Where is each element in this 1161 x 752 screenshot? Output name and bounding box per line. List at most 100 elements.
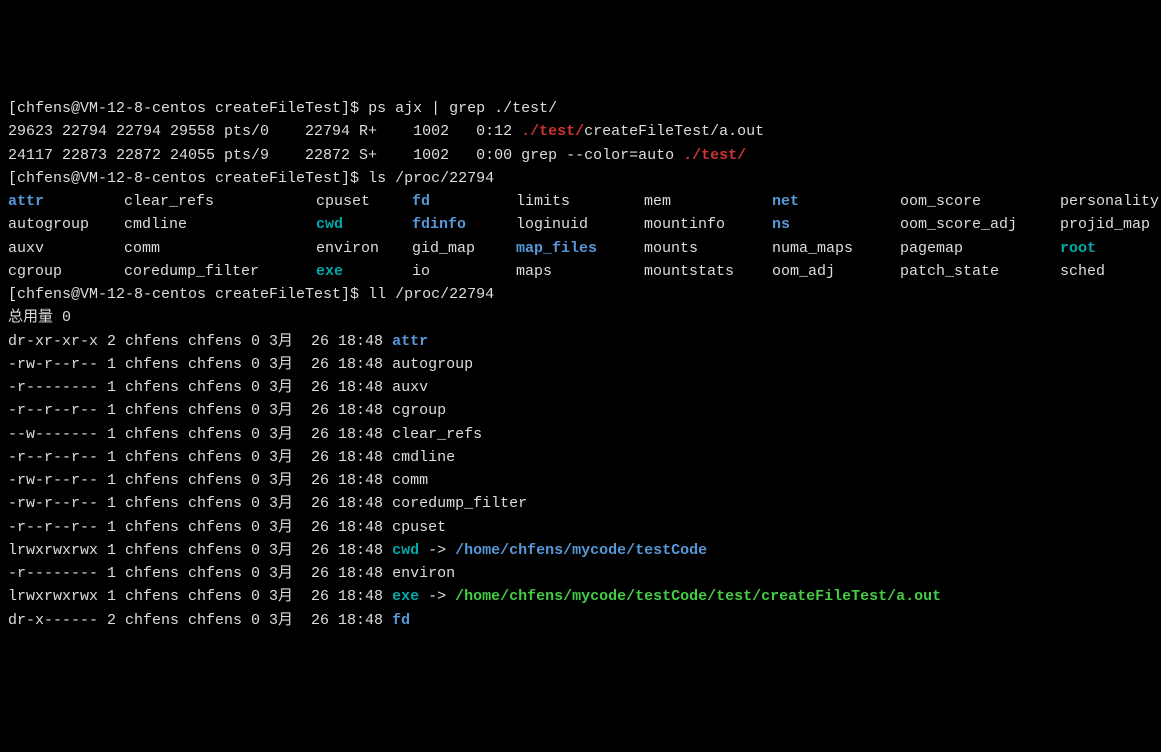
ls-item: mem xyxy=(644,190,772,213)
shell-prompt: [chfens@VM-12-8-centos createFileTest]$ xyxy=(8,286,368,303)
terminal-line: -r--r--r-- 1 chfens chfens 0 3月 26 18:48… xyxy=(8,446,1153,469)
ll-meta: lrwxrwxrwx 1 chfens chfens 0 3月 26 18:48 xyxy=(8,542,392,559)
terminal-line: 总用量 0 xyxy=(8,306,1153,329)
ls-item: loginuid xyxy=(516,213,644,236)
ll-name: cgroup xyxy=(392,402,446,419)
ls-item: mountstats xyxy=(644,260,772,283)
ls-item: cgroup xyxy=(8,260,124,283)
ll-name: attr xyxy=(392,333,428,350)
terminal-line: -r-------- 1 chfens chfens 0 3月 26 18:48… xyxy=(8,562,1153,585)
ls-item: fdinfo xyxy=(412,213,516,236)
ls-item: io xyxy=(412,260,516,283)
ll-name: coredump_filter xyxy=(392,495,527,512)
ll-meta: -r--r--r-- 1 chfens chfens 0 3月 26 18:48 xyxy=(8,449,392,466)
ll-meta: --w------- 1 chfens chfens 0 3月 26 18:48 xyxy=(8,426,392,443)
ls-item: autogroup xyxy=(8,213,124,236)
ls-item: cwd xyxy=(316,213,412,236)
ll-target: /home/chfens/mycode/testCode/test/create… xyxy=(455,588,941,605)
ls-item: fd xyxy=(412,190,516,213)
ll-arrow: -> xyxy=(419,588,455,605)
shell-command: ps ajx | grep ./test/ xyxy=(368,100,557,117)
terminal-line: -r--r--r-- 1 chfens chfens 0 3月 26 18:48… xyxy=(8,399,1153,422)
terminal-line: -r--r--r-- 1 chfens chfens 0 3月 26 18:48… xyxy=(8,516,1153,539)
ll-meta: -rw-r--r-- 1 chfens chfens 0 3月 26 18:48 xyxy=(8,356,392,373)
ls-item: projid_map xyxy=(1060,213,1161,236)
ps-row-rest: createFileTest/a.out xyxy=(584,123,764,140)
ll-name: clear_refs xyxy=(392,426,482,443)
ls-item: patch_state xyxy=(900,260,1060,283)
ls-item: clear_refs xyxy=(124,190,316,213)
terminal-line: --w------- 1 chfens chfens 0 3月 26 18:48… xyxy=(8,423,1153,446)
ls-item: attr xyxy=(8,190,124,213)
ll-meta: -r-------- 1 chfens chfens 0 3月 26 18:48 xyxy=(8,379,392,396)
ls-item: mountinfo xyxy=(644,213,772,236)
shell-prompt: [chfens@VM-12-8-centos createFileTest]$ xyxy=(8,100,368,117)
grep-match: ./test/ xyxy=(521,123,584,140)
ll-name: comm xyxy=(392,472,428,489)
ls-item: net xyxy=(772,190,900,213)
ll-meta: dr-xr-xr-x 2 chfens chfens 0 3月 26 18:48 xyxy=(8,333,392,350)
ll-name: exe xyxy=(392,588,419,605)
ll-target: /home/chfens/mycode/testCode xyxy=(455,542,707,559)
ls-item: oom_adj xyxy=(772,260,900,283)
ll-name: fd xyxy=(392,612,410,629)
ll-meta: lrwxrwxrwx 1 chfens chfens 0 3月 26 18:48 xyxy=(8,588,392,605)
terminal-line: -rw-r--r-- 1 chfens chfens 0 3月 26 18:48… xyxy=(8,469,1153,492)
ps-row: 24117 22873 22872 24055 pts/9 22872 S+ 1… xyxy=(8,147,521,164)
ll-name: cpuset xyxy=(392,519,446,536)
ls-item: coredump_filter xyxy=(124,260,316,283)
ll-name: cmdline xyxy=(392,449,455,466)
ls-item: gid_map xyxy=(412,237,516,260)
terminal-line: auxvcommenvirongid_mapmap_filesmountsnum… xyxy=(8,237,1153,260)
shell-prompt: [chfens@VM-12-8-centos createFileTest]$ xyxy=(8,170,368,187)
ll-arrow: -> xyxy=(419,542,455,559)
terminal-line: cgroupcoredump_filterexeiomapsmountstats… xyxy=(8,260,1153,283)
terminal-line: dr-xr-xr-x 2 chfens chfens 0 3月 26 18:48… xyxy=(8,330,1153,353)
ls-item: pagemap xyxy=(900,237,1060,260)
ls-item: map_files xyxy=(516,237,644,260)
ls-item: cmdline xyxy=(124,213,316,236)
ls-item: environ xyxy=(316,237,412,260)
terminal-line: dr-x------ 2 chfens chfens 0 3月 26 18:48… xyxy=(8,609,1153,632)
terminal-line: 24117 22873 22872 24055 pts/9 22872 S+ 1… xyxy=(8,144,1153,167)
terminal-line: lrwxrwxrwx 1 chfens chfens 0 3月 26 18:48… xyxy=(8,585,1153,608)
ll-meta: -rw-r--r-- 1 chfens chfens 0 3月 26 18:48 xyxy=(8,472,392,489)
ll-meta: -r--r--r-- 1 chfens chfens 0 3月 26 18:48 xyxy=(8,519,392,536)
ls-item: sched xyxy=(1060,260,1161,283)
ls-item: maps xyxy=(516,260,644,283)
shell-command: ls /proc/22794 xyxy=(368,170,494,187)
ps-row-mid: grep --color=auto xyxy=(521,147,683,164)
terminal-line: -rw-r--r-- 1 chfens chfens 0 3月 26 18:48… xyxy=(8,492,1153,515)
ll-meta: -r--r--r-- 1 chfens chfens 0 3月 26 18:48 xyxy=(8,402,392,419)
ll-name: environ xyxy=(392,565,455,582)
ls-item: oom_score xyxy=(900,190,1060,213)
terminal-line: -rw-r--r-- 1 chfens chfens 0 3月 26 18:48… xyxy=(8,353,1153,376)
terminal-line: 29623 22794 22794 29558 pts/0 22794 R+ 1… xyxy=(8,120,1153,143)
ll-meta: dr-x------ 2 chfens chfens 0 3月 26 18:48 xyxy=(8,612,392,629)
ls-item: cpuset xyxy=(316,190,412,213)
ll-name: cwd xyxy=(392,542,419,559)
terminal-line: attrclear_refscpusetfdlimitsmemnetoom_sc… xyxy=(8,190,1153,213)
terminal-line: [chfens@VM-12-8-centos createFileTest]$ … xyxy=(8,97,1153,120)
ls-item: root xyxy=(1060,237,1161,260)
ls-item: auxv xyxy=(8,237,124,260)
ll-meta: -rw-r--r-- 1 chfens chfens 0 3月 26 18:48 xyxy=(8,495,392,512)
terminal-line: autogroupcmdlinecwdfdinfologinuidmountin… xyxy=(8,213,1153,236)
terminal-line: [chfens@VM-12-8-centos createFileTest]$ … xyxy=(8,167,1153,190)
terminal[interactable]: [chfens@VM-12-8-centos createFileTest]$ … xyxy=(8,97,1153,632)
terminal-line: lrwxrwxrwx 1 chfens chfens 0 3月 26 18:48… xyxy=(8,539,1153,562)
ps-row: 29623 22794 22794 29558 pts/0 22794 R+ 1… xyxy=(8,123,521,140)
terminal-line: [chfens@VM-12-8-centos createFileTest]$ … xyxy=(8,283,1153,306)
grep-match: ./test/ xyxy=(683,147,746,164)
shell-command: ll /proc/22794 xyxy=(368,286,494,303)
ls-item: numa_maps xyxy=(772,237,900,260)
ll-name: auxv xyxy=(392,379,428,396)
ls-item: comm xyxy=(124,237,316,260)
ll-meta: -r-------- 1 chfens chfens 0 3月 26 18:48 xyxy=(8,565,392,582)
terminal-line: -r-------- 1 chfens chfens 0 3月 26 18:48… xyxy=(8,376,1153,399)
ls-item: exe xyxy=(316,260,412,283)
ll-name: autogroup xyxy=(392,356,473,373)
ls-item: ns xyxy=(772,213,900,236)
ls-item: oom_score_adj xyxy=(900,213,1060,236)
ls-item: limits xyxy=(516,190,644,213)
